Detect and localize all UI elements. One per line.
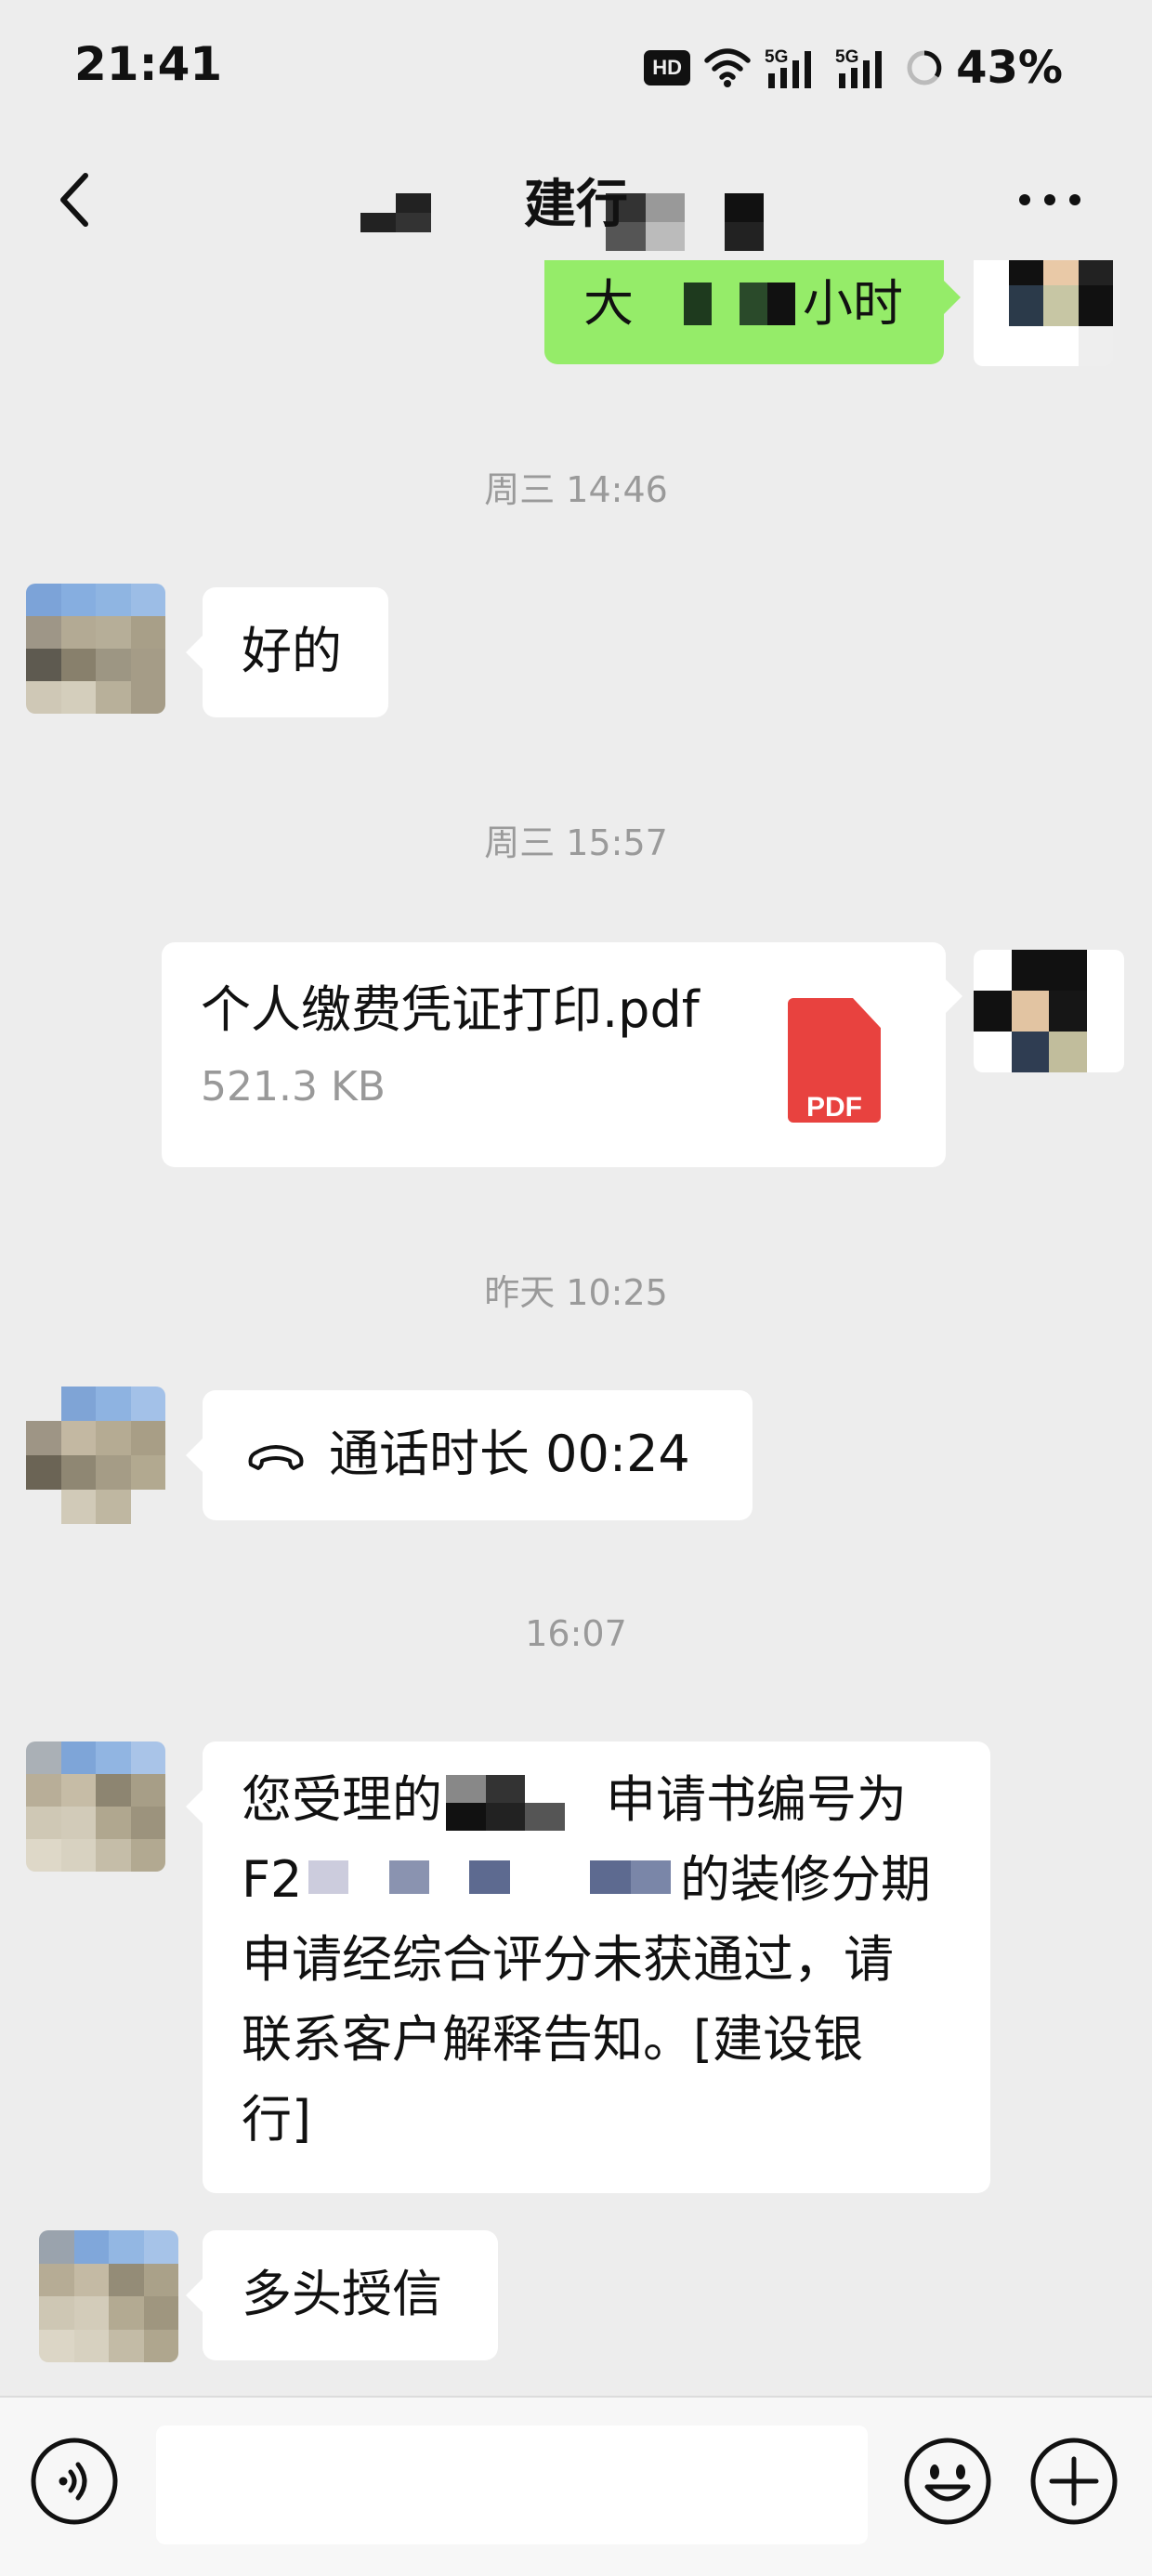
avatar-contact[interactable] bbox=[26, 1741, 165, 1872]
voice-button[interactable] bbox=[28, 2435, 121, 2528]
emoji-button[interactable] bbox=[901, 2435, 994, 2528]
message-bubble-received[interactable]: 您受理的 申请书编号为 F2 的装修分期 申请经综合评分未获通过，请 联系客户解… bbox=[186, 1741, 990, 2193]
message-text: F2 bbox=[242, 1850, 303, 1909]
avatar-contact[interactable] bbox=[26, 584, 165, 714]
signal-5g-icon-2: 5G bbox=[835, 47, 883, 88]
message-text: 多头授信 bbox=[242, 2265, 442, 2323]
redacted-mosaic bbox=[308, 1860, 671, 1894]
message-text-block: 您受理的 申请书编号为 F2 的装修分期 申请经综合评分未获通过，请 联系客户解… bbox=[242, 1760, 966, 2160]
message-text: 联系客户解释告知。[建设银 bbox=[242, 2010, 864, 2069]
avatar-contact[interactable] bbox=[39, 2230, 178, 2362]
chat-title-text: 建行 bbox=[524, 174, 628, 235]
more-button[interactable] bbox=[994, 149, 1106, 251]
message-line: 联系客户解释告知。[建设银 bbox=[242, 2000, 966, 2080]
file-name: 个人缴费凭证打印.pdf bbox=[201, 980, 700, 1039]
svg-text:5G: 5G bbox=[835, 47, 858, 67]
svg-text:5G: 5G bbox=[765, 47, 788, 67]
status-time: 21:41 bbox=[74, 37, 223, 91]
message-text: 行] bbox=[242, 2090, 312, 2149]
redacted-mosaic bbox=[656, 283, 795, 325]
plus-icon bbox=[1030, 2438, 1118, 2525]
message-text: 好的 bbox=[242, 622, 342, 680]
pdf-file-icon-label: PDF bbox=[806, 1092, 862, 1123]
message-input[interactable] bbox=[156, 2425, 868, 2544]
message-line: 行] bbox=[242, 2080, 966, 2160]
battery-percent: 43% bbox=[956, 42, 1063, 94]
hd-icon: HD bbox=[644, 50, 691, 85]
emoji-icon bbox=[904, 2438, 991, 2525]
message-line: 申请经综合评分未获通过，请 bbox=[242, 1920, 966, 2000]
timestamp: 周三 15:57 bbox=[484, 822, 668, 863]
phone-hangup-icon bbox=[248, 1445, 304, 1470]
status-icons: HD 5G 5G 43% bbox=[644, 41, 1063, 95]
message-text: 大 bbox=[583, 274, 634, 333]
battery-icon bbox=[907, 50, 942, 85]
file-size: 521.3 KB bbox=[201, 1063, 386, 1111]
message-text: 您受理的 bbox=[242, 1770, 442, 1829]
chat-title: 建行 bbox=[362, 149, 790, 251]
back-button[interactable] bbox=[37, 149, 111, 251]
message-text: 申请经综合评分未获通过，请 bbox=[242, 1930, 894, 1989]
avatar-contact[interactable] bbox=[26, 1387, 165, 1524]
message-bubble-received[interactable]: 好的 bbox=[186, 587, 388, 717]
timestamp: 16:07 bbox=[525, 1613, 627, 1654]
call-record-bubble[interactable]: 通话时长 00:24 bbox=[186, 1390, 753, 1520]
signal-5g-icon: 5G bbox=[765, 47, 812, 88]
avatar-self[interactable] bbox=[974, 950, 1124, 1072]
wifi-icon bbox=[704, 48, 751, 87]
chevron-left-icon bbox=[60, 173, 88, 227]
message-text: 的装修分期 bbox=[680, 1850, 931, 1909]
status-bar: 21:41 HD 5G 5G 43% bbox=[0, 0, 1152, 139]
nav-bar: 建行 bbox=[0, 139, 1152, 260]
chat-area[interactable]: 大 小时 周三 14:46 好的 周三 15:57 个人缴费凭证打印.pdf 5… bbox=[0, 260, 1152, 2398]
message-bubble-received[interactable]: 多头授信 bbox=[186, 2230, 498, 2360]
message-bubble-sent[interactable]: 大 小时 bbox=[544, 260, 961, 364]
timestamp: 昨天 10:25 bbox=[484, 1272, 668, 1313]
message-text: 申请书编号为 bbox=[606, 1770, 907, 1829]
message-line: F2 的装修分期 bbox=[242, 1840, 966, 1920]
more-dots-icon bbox=[1019, 194, 1080, 205]
message-text: 小时 bbox=[803, 274, 903, 333]
call-duration-text: 通话时长 00:24 bbox=[329, 1425, 690, 1483]
timestamp: 周三 14:46 bbox=[484, 469, 668, 510]
avatar-self[interactable] bbox=[974, 260, 1113, 366]
message-line: 您受理的 申请书编号为 bbox=[242, 1760, 966, 1840]
file-message-bubble[interactable]: 个人缴费凭证打印.pdf 521.3 KB PDF bbox=[162, 942, 962, 1167]
input-bar bbox=[0, 2396, 1152, 2576]
redacted-mosaic bbox=[446, 1775, 604, 1831]
more-functions-button[interactable] bbox=[1028, 2435, 1120, 2528]
voice-icon bbox=[31, 2438, 118, 2525]
